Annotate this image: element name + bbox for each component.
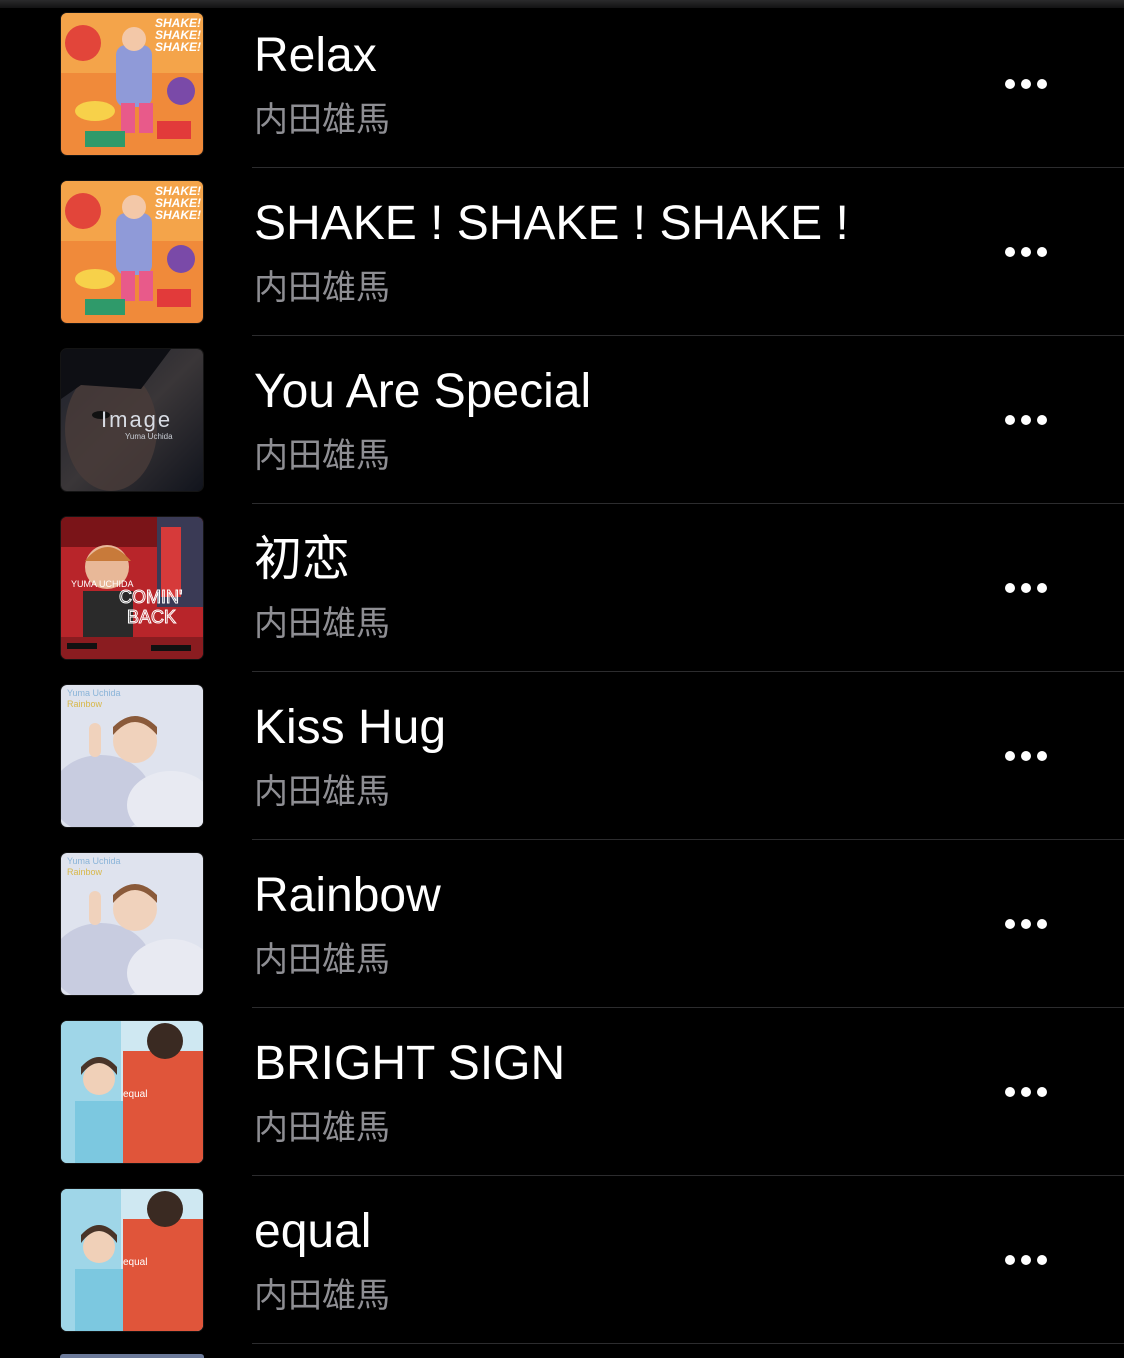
track-artist: 内田雄馬 xyxy=(254,941,390,979)
image-cover-art: Image Yuma Uchida xyxy=(60,348,204,492)
cover-image-sub: Yuma Uchida xyxy=(125,432,173,441)
track-title: equal xyxy=(254,1205,372,1258)
shake-cover-art: SHAKE! SHAKE! SHAKE! xyxy=(60,180,204,324)
cover-rainbow-2: Rainbow xyxy=(67,699,103,709)
cover-rainbow-2: Rainbow xyxy=(67,867,103,877)
cover-image-title: Image xyxy=(101,407,172,432)
cover-comin-1: COMIN' xyxy=(119,587,182,607)
track-row[interactable]: equal equal 内田雄馬 xyxy=(0,1176,1124,1344)
equal-cover-art: equal xyxy=(60,1020,204,1164)
track-title: You Are Special xyxy=(254,365,592,418)
track-row[interactable]: SHAKE! SHAKE! SHAKE! SHAKE ! SHAKE ! SHA… xyxy=(0,168,1124,336)
track-artist: 内田雄馬 xyxy=(254,773,390,811)
more-dots-icon[interactable] xyxy=(994,732,1058,780)
track-row[interactable]: YUMA UCHIDA COMIN' BACK 初恋 内田雄馬 xyxy=(0,504,1124,672)
more-dots-icon[interactable] xyxy=(994,1068,1058,1116)
track-artist: 内田雄馬 xyxy=(254,1109,390,1147)
cover-shake-text-3: SHAKE! xyxy=(155,40,201,54)
track-artist: 内田雄馬 xyxy=(254,101,390,139)
rainbow-cover-art: Yuma Uchida Rainbow xyxy=(60,684,204,828)
more-dots-icon[interactable] xyxy=(994,60,1058,108)
cover-equal-text: equal xyxy=(123,1257,147,1268)
more-dots-icon[interactable] xyxy=(994,228,1058,276)
shake-cover-art: SHAKE! SHAKE! SHAKE! xyxy=(60,12,204,156)
cover-rainbow-1: Yuma Uchida xyxy=(67,688,121,698)
track-title: SHAKE ! SHAKE ! SHAKE ! xyxy=(254,197,849,250)
track-row[interactable]: Image Yuma Uchida You Are Special 内田雄馬 xyxy=(0,336,1124,504)
track-title: Rainbow xyxy=(254,869,441,922)
track-title: Relax xyxy=(254,29,377,82)
track-row[interactable]: SHAKE! SHAKE! SHAKE! Relax 内田雄馬 xyxy=(0,0,1124,168)
cover-shake-text-3: SHAKE! xyxy=(155,208,201,222)
rainbow-cover-art: Yuma Uchida Rainbow xyxy=(60,852,204,996)
track-artist: 内田雄馬 xyxy=(254,605,390,643)
cover-rainbow-1: Yuma Uchida xyxy=(67,856,121,866)
track-title: Kiss Hug xyxy=(254,701,447,754)
cover-equal-text: equal xyxy=(123,1089,147,1100)
more-dots-icon[interactable] xyxy=(994,1236,1058,1284)
row-separator xyxy=(252,1343,1124,1344)
track-row[interactable]: equal BRIGHT SIGN 内田雄馬 xyxy=(0,1008,1124,1176)
more-dots-icon[interactable] xyxy=(994,900,1058,948)
song-list-screen: SHAKE! SHAKE! SHAKE! Relax 内田雄馬 SHAKE! S… xyxy=(0,0,1124,1358)
track-artist: 内田雄馬 xyxy=(254,437,390,475)
more-dots-icon[interactable] xyxy=(994,564,1058,612)
next-row-artwork-peek xyxy=(60,1354,204,1358)
more-dots-icon[interactable] xyxy=(994,396,1058,444)
track-title: 初恋 xyxy=(254,533,351,586)
track-artist: 内田雄馬 xyxy=(254,1277,390,1315)
comin-back-cover-art: YUMA UCHIDA COMIN' BACK xyxy=(60,516,204,660)
track-row[interactable]: Yuma Uchida Rainbow Rainbow 内田雄馬 xyxy=(0,840,1124,1008)
track-row[interactable]: Yuma Uchida Rainbow Kiss Hug 内田雄馬 xyxy=(0,672,1124,840)
track-artist: 内田雄馬 xyxy=(254,269,390,307)
cover-comin-2: BACK xyxy=(127,607,176,627)
track-title: BRIGHT SIGN xyxy=(254,1037,566,1090)
equal-cover-art: equal xyxy=(60,1188,204,1332)
